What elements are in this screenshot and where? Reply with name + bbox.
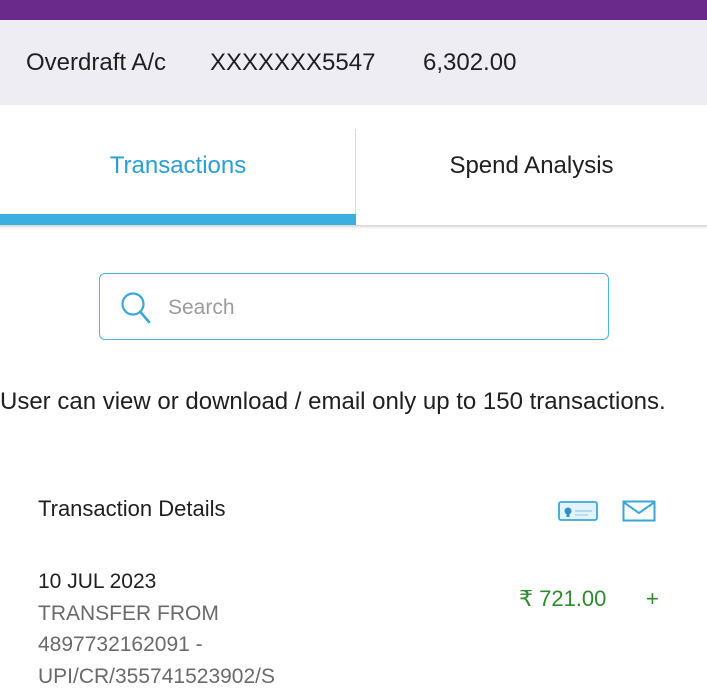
active-tab-indicator	[0, 214, 356, 225]
transaction-details-heading: Transaction Details	[38, 496, 226, 521]
search-box[interactable]	[99, 273, 609, 340]
email-icon[interactable]	[622, 500, 656, 522]
tab-transactions[interactable]: Transactions	[0, 105, 356, 227]
app-header-bar	[0, 0, 707, 20]
transaction-description-line: UPI/CR/355741523902/S	[38, 665, 275, 688]
transaction-row[interactable]: 10 JUL 2023 TRANSFER FROM 4897732162091 …	[0, 568, 707, 700]
transaction-description-line: TRANSFER FROM	[38, 602, 219, 625]
search-input[interactable]	[166, 288, 590, 328]
tab-bar-shadow	[0, 225, 707, 229]
account-balance: 6,302.00	[423, 48, 517, 76]
credit-indicator: +	[646, 586, 659, 611]
transaction-amount: ₹ 721.00	[519, 586, 607, 611]
statement-icon[interactable]	[558, 500, 598, 522]
tab-bar: Transactions Spend Analysis	[0, 105, 707, 229]
account-summary: Overdraft A/c XXXXXXX5547 6,302.00	[0, 20, 707, 105]
tab-spend-analysis-label: Spend Analysis	[449, 152, 614, 179]
transaction-date: 10 JUL 2023	[38, 570, 157, 593]
transaction-limit-notice: User can view or download / email only u…	[0, 388, 666, 415]
account-number: XXXXXXX5547	[210, 48, 376, 76]
search-icon	[121, 292, 151, 324]
tab-transactions-label: Transactions	[109, 152, 247, 179]
tab-spend-analysis[interactable]: Spend Analysis	[356, 105, 707, 227]
account-type: Overdraft A/c	[26, 48, 167, 76]
transaction-description-line: 4897732162091 -	[38, 633, 203, 656]
